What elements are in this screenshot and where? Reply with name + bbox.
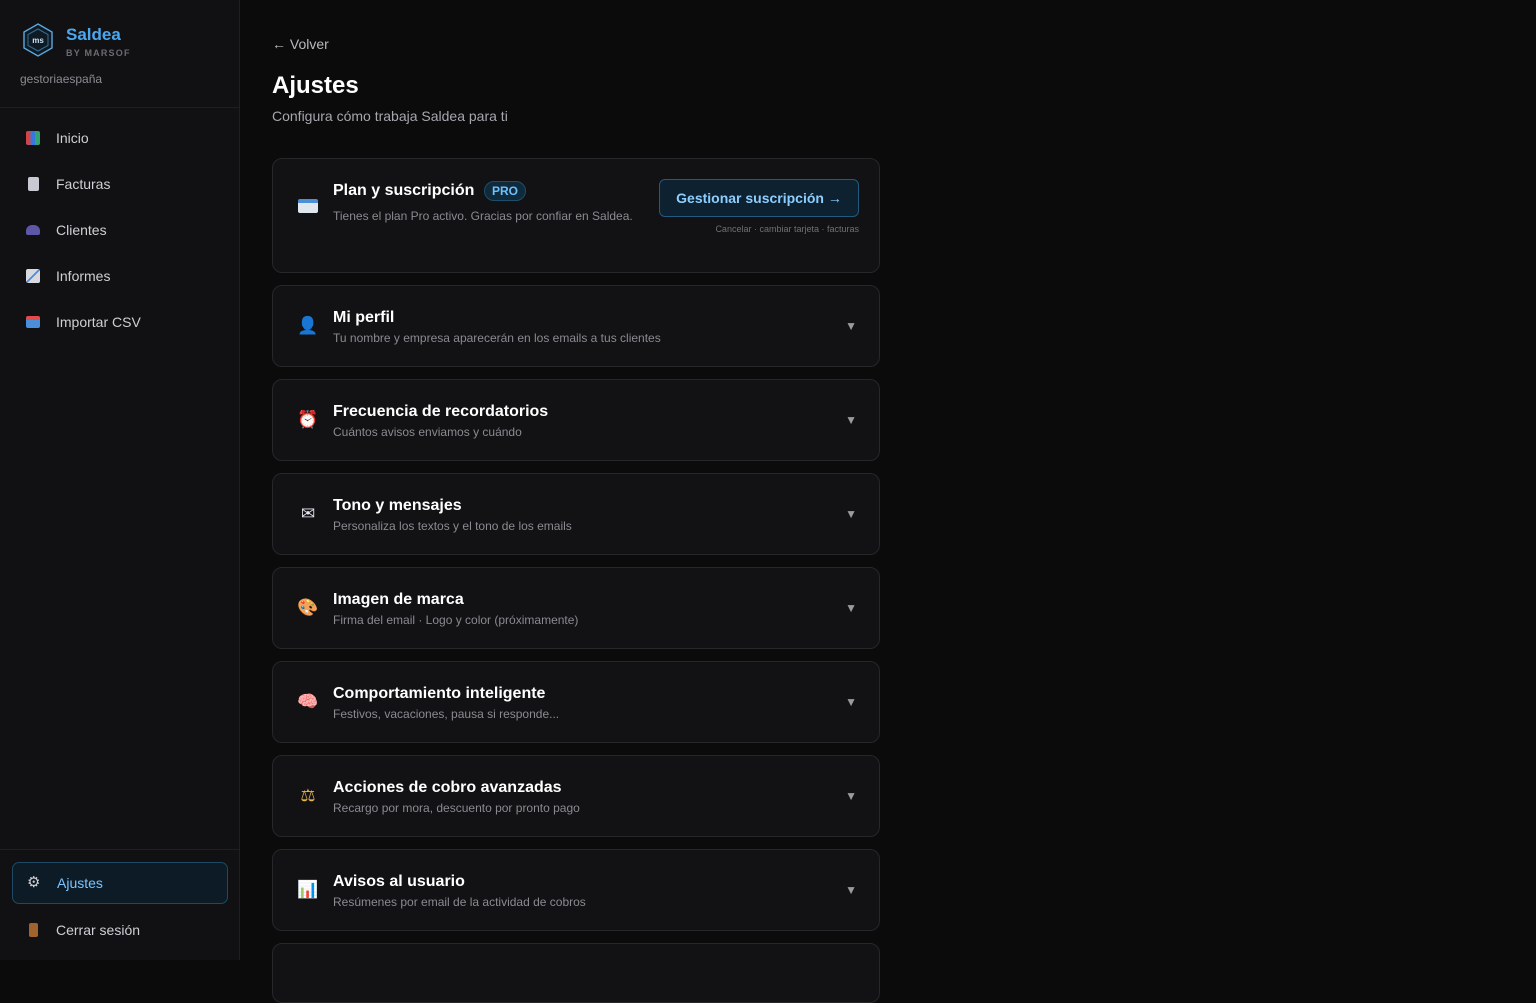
back-link[interactable]: ← Volver <box>272 36 329 52</box>
plan-badge: PRO <box>484 181 527 201</box>
section-title: Imagen de marca <box>333 591 464 608</box>
sidebar-item-ajustes[interactable]: ⚙ Ajustes <box>12 862 228 904</box>
sidebar-item-clientes[interactable]: Clientes <box>12 210 228 250</box>
section-description: Cuántos avisos enviamos y cuándo <box>333 425 522 439</box>
brand-logo[interactable]: ms <box>22 23 54 57</box>
chevron-down-icon[interactable]: ▼ <box>845 413 857 427</box>
page-title: Ajustes <box>272 72 359 99</box>
alarm-clock-icon: ⏰ <box>297 410 319 429</box>
gear-icon: ⚙ <box>27 874 41 891</box>
brand-name: Saldea <box>66 25 121 44</box>
section-title: Acciones de cobro avanzadas <box>333 779 562 796</box>
section-card[interactable]: ⏰ Frecuencia de recordatorios Cuántos avis… <box>272 379 880 461</box>
plan-title: Plan y suscripción <box>333 182 475 199</box>
section-title: Mi perfil <box>333 309 395 326</box>
sidebar-item-importar-csv[interactable]: Importar CSV <box>12 302 228 342</box>
chevron-down-icon[interactable]: ▼ <box>845 319 857 333</box>
sidebar-item-inicio[interactable]: Inicio <box>12 118 228 158</box>
bar-chart-icon <box>26 131 40 145</box>
brand-subtitle: BY MARSOF <box>66 48 131 58</box>
door-icon <box>29 923 38 937</box>
logout-button[interactable]: Cerrar sesión <box>12 910 228 950</box>
sidebar-item-informes[interactable]: Informes <box>12 256 228 296</box>
bar-chart-icon: 📊 <box>297 880 319 899</box>
sidebar-item-label: Informes <box>56 268 111 284</box>
section-description: Festivos, vacaciones, pausa si responde.… <box>333 707 560 721</box>
chevron-down-icon[interactable]: ▼ <box>845 695 857 709</box>
plan-description: Tienes el plan Pro activo. Gracias por c… <box>333 209 633 223</box>
section-card[interactable]: 📊 Avisos al usuario Resúmenes por email de… <box>272 849 880 931</box>
account-name: gestoriaespaña <box>20 72 103 86</box>
subscription-note: Cancelar · cambiar tarjeta · facturas <box>715 224 859 234</box>
plan-card: Plan y suscripción PRO Tienes el plan Pr… <box>272 158 880 273</box>
section-title: Frecuencia de recordatorios <box>333 403 549 420</box>
section-description: Firma del email · Logo y color (próximam… <box>333 613 579 627</box>
page-subtitle: Configura cómo trabaja Saldea para ti <box>272 108 508 124</box>
section-card[interactable]: 👤 Mi perfil Tu nombre y empresa aparecerán… <box>272 285 880 367</box>
sidebar-item-facturas[interactable]: Facturas <box>12 164 228 204</box>
section-title: Comportamiento inteligente <box>333 685 546 702</box>
envelope-icon: ✉ <box>300 504 316 523</box>
brand-header: ms Saldea BY MARSOF gestoriaespaña <box>0 0 239 108</box>
brand-logo-text: ms <box>32 36 44 45</box>
user-silhouette-icon: 👤 <box>297 316 319 335</box>
palette-icon: 🎨 <box>297 598 319 617</box>
chevron-down-icon[interactable]: ▼ <box>845 507 857 521</box>
chevron-down-icon[interactable]: ▼ <box>845 883 857 897</box>
sidebar-item-label: Facturas <box>56 176 111 192</box>
credit-card-icon <box>297 195 319 217</box>
sidebar-item-label: Importar CSV <box>56 314 141 330</box>
sidebar: ms Saldea BY MARSOF gestoriaespaña Inici… <box>0 0 240 960</box>
sidebar-item-label: Cerrar sesión <box>56 922 141 938</box>
manage-subscription-button[interactable]: Gestionar suscripción → <box>659 179 859 217</box>
section-description: Tu nombre y empresa aparecerán en los em… <box>333 331 661 345</box>
section-card[interactable]: ✉ Tono y mensajes Personaliza los textos y… <box>272 473 880 555</box>
document-icon <box>28 177 39 191</box>
scales-icon: ⚖ <box>300 786 316 805</box>
section-card[interactable]: 🧠 Comportamiento inteligente Festivos, vac… <box>272 661 880 743</box>
chevron-down-icon[interactable]: ▼ <box>845 601 857 615</box>
section-card-partial <box>272 943 880 1003</box>
sidebar-item-label: Inicio <box>56 130 89 146</box>
inbox-tray-icon <box>26 316 40 328</box>
section-description: Recargo por mora, descuento por pronto p… <box>333 801 580 815</box>
section-card[interactable]: 🎨 Imagen de marca Firma del email · Logo y… <box>272 567 880 649</box>
chevron-down-icon[interactable]: ▼ <box>845 789 857 803</box>
sidebar-item-label: Clientes <box>56 222 107 238</box>
users-icon <box>26 225 40 235</box>
sidebar-item-label: Ajustes <box>57 875 103 891</box>
main-nav: Inicio Facturas Clientes Informes Import… <box>12 118 228 348</box>
section-title: Tono y mensajes <box>333 497 462 514</box>
sidebar-footer: ⚙ Ajustes Cerrar sesión <box>0 849 240 956</box>
section-title: Avisos al usuario <box>333 873 465 890</box>
section-card[interactable]: ⚖ Acciones de cobro avanzadas Recargo por … <box>272 755 880 837</box>
trend-chart-icon <box>26 269 40 283</box>
brain-icon: 🧠 <box>297 692 319 711</box>
section-description: Personaliza los textos y el tono de los … <box>333 519 572 533</box>
section-description: Resúmenes por email de la actividad de c… <box>333 895 586 909</box>
